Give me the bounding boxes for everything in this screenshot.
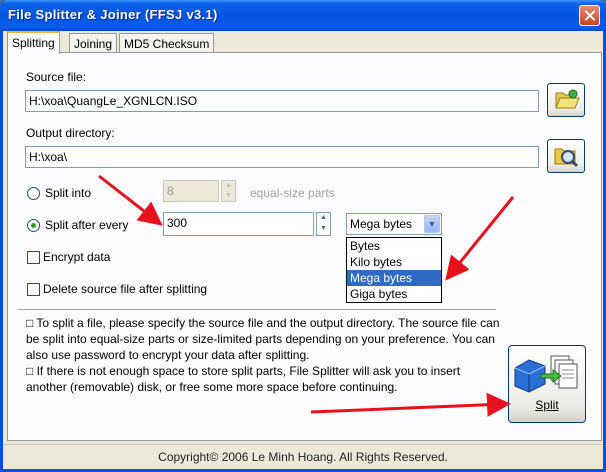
spin-up-icon[interactable]: ▲ — [222, 181, 235, 191]
unit-option-kilo-bytes[interactable]: Kilo bytes — [347, 254, 441, 270]
split-size-input[interactable]: 300 — [163, 212, 314, 236]
unit-option-giga-bytes[interactable]: Giga bytes — [347, 286, 441, 302]
status-bar: Copyright© 2006 Le Minh Hoang. All Right… — [3, 444, 603, 469]
split-parts-stepper[interactable]: ▲ ▼ — [221, 180, 236, 202]
source-file-label: Source file: — [26, 70, 87, 84]
encrypt-data-label: Encrypt data — [43, 250, 111, 264]
split-button-label: Split — [535, 398, 559, 412]
encrypt-data-checkbox[interactable] — [27, 251, 40, 264]
split-file-icon — [514, 355, 578, 393]
browse-output-button[interactable] — [547, 139, 585, 173]
delete-source-checkbox[interactable] — [27, 283, 40, 296]
unit-dropdown-list: Bytes Kilo bytes Mega bytes Giga bytes — [346, 237, 442, 303]
copyright-text: Copyright© 2006 Le Minh Hoang. All Right… — [158, 450, 448, 464]
unit-select[interactable]: Mega bytes ▼ — [346, 213, 442, 235]
chevron-down-icon[interactable]: ▼ — [424, 215, 440, 233]
split-after-label: Split after every — [45, 218, 129, 232]
close-icon[interactable] — [579, 5, 600, 26]
split-into-radio[interactable] — [27, 187, 40, 200]
unit-selected-value: Mega bytes — [350, 217, 413, 231]
delete-source-label: Delete source file after splitting — [43, 282, 208, 296]
split-after-radio[interactable] — [27, 219, 40, 232]
section-divider — [18, 309, 496, 311]
app-window: File Splitter & Joiner (FFSJ v3.1) Split… — [0, 0, 606, 472]
title-bar[interactable]: File Splitter & Joiner (FFSJ v3.1) — [0, 0, 606, 31]
spin-up-icon[interactable]: ▲ — [317, 213, 330, 224]
equal-size-parts-label: equal-size parts — [250, 186, 335, 200]
folder-search-icon — [554, 148, 579, 168]
output-directory-label: Output directory: — [26, 126, 115, 140]
unit-option-mega-bytes[interactable]: Mega bytes — [347, 270, 441, 286]
help-text: □ To split a file, please specify the so… — [26, 315, 504, 395]
source-file-input[interactable]: H:\xoa\QuangLe_XGNLCN.ISO — [25, 90, 539, 112]
split-into-label: Split into — [45, 186, 92, 200]
split-parts-input[interactable]: 8 — [163, 180, 219, 202]
split-button[interactable]: Split — [508, 345, 586, 423]
spin-down-icon[interactable]: ▼ — [317, 224, 330, 235]
tab-md5-checksum[interactable]: MD5 Checksum — [119, 33, 215, 53]
spin-down-icon[interactable]: ▼ — [222, 191, 235, 201]
tab-joining[interactable]: Joining — [69, 33, 118, 53]
folder-open-icon — [555, 89, 580, 109]
unit-option-bytes[interactable]: Bytes — [347, 238, 441, 254]
window-title: File Splitter & Joiner (FFSJ v3.1) — [8, 7, 218, 22]
output-directory-input[interactable]: H:\xoa\ — [25, 146, 539, 168]
browse-source-button[interactable] — [547, 83, 585, 117]
help-paragraph: □ If there is not enough space to store … — [26, 364, 461, 394]
help-paragraph: □ To split a file, please specify the so… — [26, 316, 500, 362]
split-size-stepper[interactable]: ▲ ▼ — [316, 212, 331, 236]
tab-splitting[interactable]: Splitting — [7, 31, 60, 54]
splitting-panel: Source file: H:\xoa\QuangLe_XGNLCN.ISO O… — [7, 52, 602, 441]
